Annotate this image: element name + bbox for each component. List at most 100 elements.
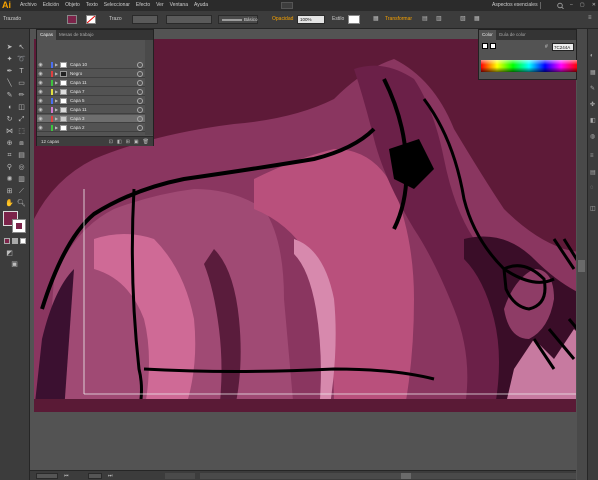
first-artboard-icon[interactable]: ⏮: [64, 473, 72, 479]
paintbrush-tool-icon[interactable]: ✎: [4, 91, 15, 101]
type-tool-icon[interactable]: T: [16, 67, 27, 77]
screen-mode-icon[interactable]: ▣: [9, 260, 20, 270]
horizontal-scroll-thumb[interactable]: [401, 473, 411, 479]
target-circle-icon[interactable]: [137, 79, 143, 86]
target-circle-icon[interactable]: [137, 88, 143, 95]
visibility-eye-icon[interactable]: ◉: [37, 89, 44, 95]
blob-brush-tool-icon[interactable]: ◖: [4, 103, 15, 113]
minimize-icon[interactable]: –: [570, 0, 573, 11]
align-center-icon[interactable]: ▥: [436, 15, 442, 22]
menu-texto[interactable]: Texto: [86, 0, 98, 11]
visibility-eye-icon[interactable]: ◉: [37, 107, 44, 113]
eyedropper-tool-icon[interactable]: ⚲: [4, 163, 15, 173]
opacity-label[interactable]: Opacidad: [272, 16, 293, 22]
grid-icon[interactable]: ▦: [474, 15, 480, 22]
pencil-tool-icon[interactable]: ✏: [16, 91, 27, 101]
menu-ayuda[interactable]: Ayuda: [194, 0, 208, 11]
color-stroke-icon[interactable]: [490, 43, 496, 49]
search-icon[interactable]: [555, 2, 567, 10]
layer-row[interactable]: ◉ ▶ Capa 7: [37, 88, 145, 96]
fill-swatch[interactable]: [67, 15, 77, 24]
color-fill-icon[interactable]: [482, 43, 488, 49]
transform-link[interactable]: Transformar: [385, 16, 412, 22]
visibility-eye-icon[interactable]: ◉: [37, 116, 44, 122]
lasso-tool-icon[interactable]: ➰: [16, 55, 27, 65]
menu-ventana[interactable]: Ventana: [170, 0, 188, 11]
layer-row[interactable]: ◉ ▶ Negro: [37, 70, 145, 78]
layers-panel-icon[interactable]: ◫: [590, 205, 596, 212]
target-circle-icon[interactable]: [137, 124, 143, 131]
vertical-scroll-thumb[interactable]: [578, 260, 585, 272]
slice-tool-icon[interactable]: ⟋: [16, 187, 27, 197]
hand-tool-icon[interactable]: ✋: [4, 199, 15, 209]
make-clipping-mask-icon[interactable]: ◧: [117, 139, 122, 145]
color-mode-icon[interactable]: [4, 238, 10, 244]
variable-width-dropdown[interactable]: [166, 15, 212, 24]
target-circle-icon[interactable]: [137, 70, 143, 77]
target-circle-icon[interactable]: [137, 61, 143, 68]
tab-color[interactable]: Color: [479, 30, 496, 40]
layer-name[interactable]: Capa 5: [70, 98, 137, 103]
symbols-panel-icon[interactable]: ✤: [590, 101, 595, 108]
layer-row-selected[interactable]: ◉ ▶ Capa 3: [37, 115, 145, 123]
column-graph-tool-icon[interactable]: ▥: [16, 175, 27, 185]
layer-row[interactable]: ◉ ▶ Capa 11: [37, 106, 145, 114]
delete-layer-icon[interactable]: 🗑︎: [143, 139, 149, 145]
magic-wand-tool-icon[interactable]: ✦: [4, 55, 15, 65]
workspace-switcher[interactable]: Aspectos esenciales: [492, 0, 538, 11]
visibility-eye-icon[interactable]: ◉: [37, 71, 44, 77]
gradient-panel-icon[interactable]: ▤: [590, 169, 596, 176]
swatches-panel-icon[interactable]: ▦: [590, 69, 596, 76]
artboard-number-field[interactable]: [88, 473, 102, 479]
last-artboard-icon[interactable]: ⏭: [108, 473, 116, 479]
locate-object-icon[interactable]: ⊡: [109, 139, 113, 145]
tab-layers[interactable]: Capas: [37, 30, 57, 40]
menu-ver[interactable]: Ver: [156, 0, 164, 11]
zoom-field[interactable]: [36, 473, 58, 479]
opacity-field[interactable]: 100%: [297, 15, 325, 24]
stroke-swatch[interactable]: [86, 15, 96, 24]
menu-seleccionar[interactable]: Seleccionar: [104, 0, 130, 11]
blend-tool-icon[interactable]: ◎: [16, 163, 27, 173]
stroke-color-swatch[interactable]: [12, 219, 26, 233]
layer-name[interactable]: Capa 11: [70, 107, 137, 112]
drawing-mode-icon[interactable]: ◩: [4, 249, 15, 259]
eraser-tool-icon[interactable]: ◫: [16, 103, 27, 113]
layer-row[interactable]: ◉ ▶ Capa 11: [37, 79, 145, 87]
free-transform-tool-icon[interactable]: ⬚: [16, 127, 27, 137]
panel-menu-icon[interactable]: ≡: [588, 15, 592, 21]
perspective-grid-tool-icon[interactable]: ⧈: [16, 139, 27, 149]
symbol-sprayer-tool-icon[interactable]: ✺: [4, 175, 15, 185]
menu-objeto[interactable]: Objeto: [65, 0, 80, 11]
status-info-dropdown[interactable]: [165, 473, 195, 479]
workspace-dropdown-icon[interactable]: [540, 2, 552, 9]
layer-row[interactable]: ◉ ▶ Capa 2: [37, 124, 145, 132]
shape-builder-tool-icon[interactable]: ⊕: [4, 139, 15, 149]
tab-color-guide[interactable]: Guía de color: [496, 30, 529, 40]
transparency-panel-icon[interactable]: ◌: [590, 185, 594, 191]
stroke-panel-icon[interactable]: ≡: [590, 153, 594, 159]
layer-row[interactable]: ◉ ▶ Capa 10: [37, 61, 145, 69]
rotate-tool-icon[interactable]: ↻: [4, 115, 15, 125]
layer-name[interactable]: Negro: [70, 71, 137, 76]
gradient-mode-icon[interactable]: [12, 238, 18, 244]
style-swatch[interactable]: [348, 15, 360, 24]
tab-artboards[interactable]: Mesas de trabajo: [56, 30, 97, 40]
stroke-weight-field[interactable]: [132, 15, 158, 24]
selection-tool-icon[interactable]: ➤: [4, 43, 15, 53]
graphic-styles-panel-icon[interactable]: ◧: [590, 117, 596, 124]
brushes-panel-icon[interactable]: ✎: [590, 85, 595, 92]
target-circle-icon[interactable]: [137, 97, 143, 104]
none-mode-icon[interactable]: [20, 238, 26, 244]
layer-name[interactable]: Capa 10: [70, 62, 137, 67]
target-circle-icon[interactable]: [137, 115, 143, 122]
artboard-tool-icon[interactable]: ⊞: [4, 187, 15, 197]
pen-tool-icon[interactable]: ✒: [4, 67, 15, 77]
hex-color-field[interactable]: 7C244A: [552, 43, 574, 51]
brush-dropdown[interactable]: Básico: [218, 15, 258, 24]
view-mode-dropdown[interactable]: [281, 2, 293, 9]
menu-archivo[interactable]: Archivo: [20, 0, 37, 11]
color-spectrum[interactable]: [481, 60, 577, 72]
visibility-eye-icon[interactable]: ◉: [37, 125, 44, 131]
color-panel-icon[interactable]: ◐: [590, 53, 594, 59]
